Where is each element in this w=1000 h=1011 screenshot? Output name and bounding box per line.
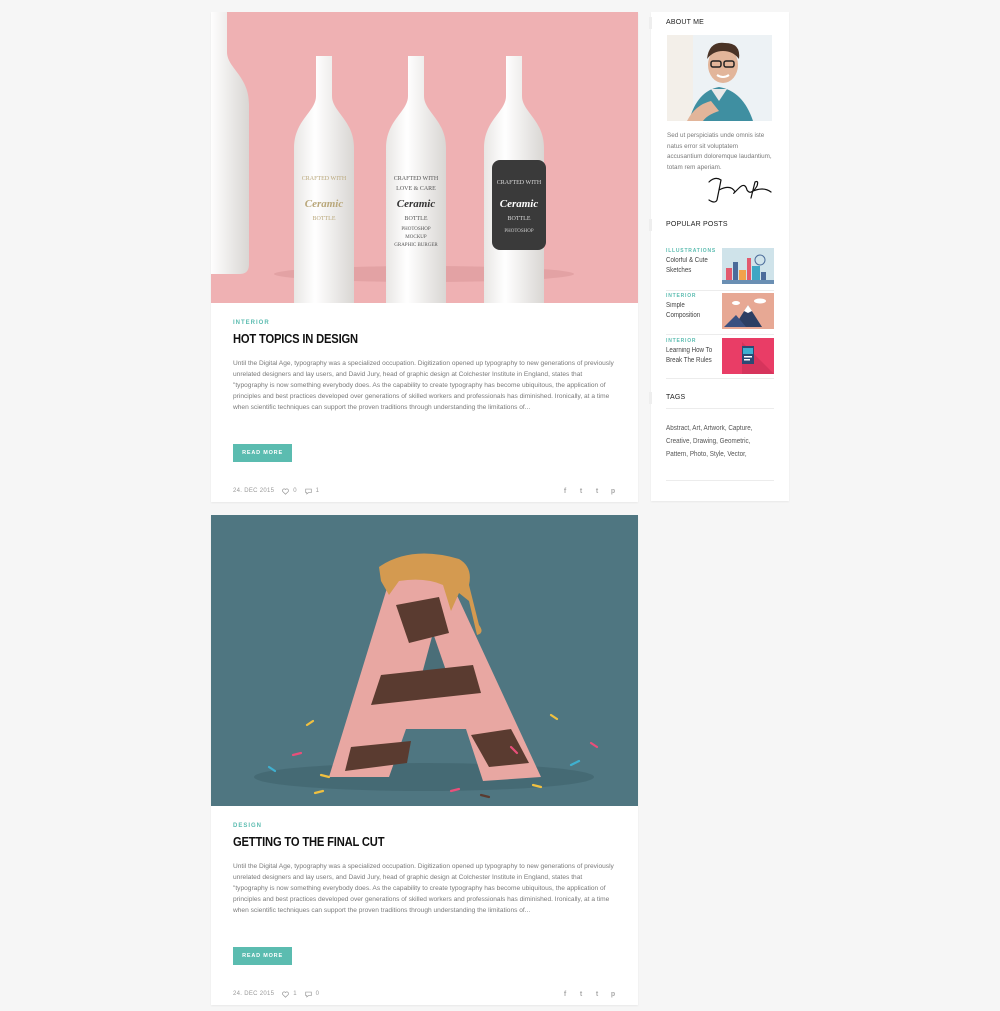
popular-post-thumbnail[interactable] (722, 338, 774, 374)
post-date: 24. DEC 2015 (233, 488, 275, 494)
comments-count[interactable]: 0 (304, 991, 319, 998)
post-excerpt: Until the Digital Age, typography was a … (233, 360, 614, 411)
tag-link[interactable]: Style, (710, 451, 726, 458)
svg-text:Ceramic: Ceramic (500, 198, 539, 210)
tag-link[interactable]: Photo, (690, 451, 708, 458)
popular-post-title[interactable]: Simple Composition (666, 301, 712, 321)
post-category[interactable]: INTERIOR (233, 320, 616, 326)
pinterest-icon[interactable]: p (610, 991, 616, 998)
post-title[interactable]: HOT TOPICS IN DESIGN (233, 331, 562, 346)
divider (666, 480, 774, 481)
tag-link[interactable]: Artwork, (703, 425, 726, 432)
post-image-cake-letter[interactable] (211, 515, 638, 806)
divider (666, 378, 774, 379)
comments-count[interactable]: 1 (304, 488, 319, 495)
tag-link[interactable]: Vector, (727, 451, 746, 458)
svg-text:Ceramic: Ceramic (305, 198, 344, 210)
comment-icon (304, 991, 312, 998)
svg-text:PHOTOSHOP: PHOTOSHOP (504, 229, 534, 234)
bottle-label-text: CRAFTED WITH (302, 176, 347, 182)
likes-count[interactable]: 1 (282, 991, 297, 998)
popular-post-title[interactable]: Colorful & Cute Sketches (666, 256, 712, 276)
popular-post-item[interactable]: ILLUSTRATIONS Colorful & Cute Sketches (666, 248, 774, 288)
about-me-heading: ABOUT ME (648, 17, 705, 29)
popular-post-thumbnail[interactable] (722, 248, 774, 284)
svg-text:BOTTLE: BOTTLE (405, 216, 428, 222)
svg-text:MOCKUP: MOCKUP (405, 235, 427, 240)
tag-link[interactable]: Capture, (728, 425, 752, 432)
twitter-icon[interactable]: t (578, 488, 584, 495)
tags-heading: TAGS (648, 392, 686, 404)
popular-post-title[interactable]: Learning How To Break The Rules (666, 346, 712, 366)
heart-icon (282, 488, 290, 495)
svg-text:BOTTLE: BOTTLE (508, 216, 531, 222)
svg-text:GRAPHIC BURGER: GRAPHIC BURGER (394, 243, 438, 248)
divider (666, 408, 774, 409)
post-date: 24. DEC 2015 (233, 991, 275, 997)
blog-post: DESIGN GETTING TO THE FINAL CUT Until th… (211, 515, 638, 1005)
read-more-button[interactable]: READ MORE (233, 444, 292, 462)
post-title[interactable]: GETTING TO THE FINAL CUT (233, 834, 562, 849)
tag-link[interactable]: Pattern, (666, 451, 688, 458)
comment-icon (304, 488, 312, 495)
divider (666, 334, 774, 335)
popular-post-thumbnail[interactable] (722, 293, 774, 329)
facebook-icon[interactable]: f (562, 488, 568, 495)
about-me-text: Sed ut perspiciatis unde omnis iste natu… (667, 132, 772, 171)
svg-text:CRAFTED WITH: CRAFTED WITH (497, 180, 542, 186)
popular-post-item[interactable]: INTERIOR Simple Composition (666, 293, 774, 333)
pinterest-icon[interactable]: p (610, 488, 616, 495)
post-image-bottles[interactable]: CRAFTED WITH Ceramic BOTTLE CRAFTED WITH… (211, 12, 638, 303)
divider (666, 290, 774, 291)
tag-cloud: Abstract, Art, Artwork, Capture, Creativ… (666, 422, 765, 461)
author-signature (708, 177, 772, 203)
popular-posts-heading: POPULAR POSTS (649, 219, 728, 231)
tumblr-icon[interactable]: t (594, 991, 600, 998)
tag-link[interactable]: Drawing, (693, 438, 718, 445)
svg-text:Ceramic: Ceramic (397, 198, 436, 210)
sidebar: ABOUT ME Sed ut perspiciatis unde omnis … (648, 12, 789, 501)
read-more-button[interactable]: READ MORE (233, 947, 292, 965)
tag-link[interactable]: Geometric, (720, 438, 751, 445)
svg-text:LOVE & CARE: LOVE & CARE (396, 186, 436, 192)
post-category[interactable]: DESIGN (233, 823, 616, 829)
likes-count[interactable]: 0 (282, 488, 297, 495)
author-photo (667, 35, 772, 121)
tag-link[interactable]: Abstract, (666, 425, 691, 432)
share-links: f t t p (562, 488, 616, 495)
tumblr-icon[interactable]: t (594, 488, 600, 495)
tag-link[interactable]: Creative, (666, 438, 691, 445)
post-excerpt: Until the Digital Age, typography was a … (233, 863, 614, 914)
share-links: f t t p (562, 991, 616, 998)
svg-text:BOTTLE: BOTTLE (313, 216, 336, 222)
svg-text:PHOTOSHOP: PHOTOSHOP (401, 227, 431, 232)
post-meta: 24. DEC 2015 1 0 f t t p (233, 989, 616, 999)
heart-icon (282, 991, 290, 998)
facebook-icon[interactable]: f (562, 991, 568, 998)
popular-post-item[interactable]: INTERIOR Learning How To Break The Rules (666, 338, 774, 378)
svg-text:CRAFTED WITH: CRAFTED WITH (394, 176, 439, 182)
blog-post: CRAFTED WITH Ceramic BOTTLE CRAFTED WITH… (211, 12, 638, 502)
tag-link[interactable]: Art, (692, 425, 702, 432)
post-meta: 24. DEC 2015 0 1 f t t p (233, 486, 616, 496)
twitter-icon[interactable]: t (578, 991, 584, 998)
